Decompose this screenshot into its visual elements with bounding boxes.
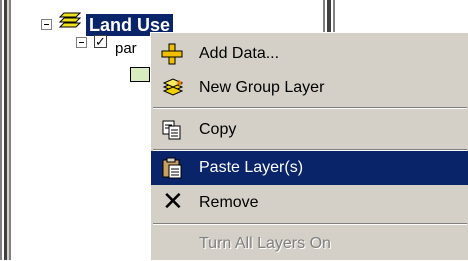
context-menu: Add Data... ✱ New Group Layer Copy Paste… (150, 32, 468, 260)
legend-swatch (130, 67, 150, 82)
menu-item-new-group-layer[interactable]: ✱ New Group Layer (151, 71, 468, 105)
menu-item-label: Turn All Layers On (199, 235, 331, 252)
menu-item-label: Paste Layer(s) (199, 159, 304, 176)
menu-item-add-data[interactable]: Add Data... (151, 37, 468, 71)
menu-item-label: Copy (199, 121, 237, 138)
layer-visibility-checkbox[interactable]: ✓ (94, 35, 107, 48)
menu-item-label: New Group Layer (199, 79, 325, 96)
svg-text:✱: ✱ (176, 79, 183, 88)
data-frame-layers-icon (59, 12, 81, 28)
window-frame-left (0, 0, 12, 260)
menu-item-turn-all-layers-on[interactable]: Turn All Layers On (151, 227, 468, 261)
paste-icon (162, 157, 182, 179)
collapse-root-icon[interactable] (41, 19, 52, 30)
add-data-icon (161, 43, 183, 65)
menu-item-label: Remove (199, 194, 259, 211)
menu-item-paste-layers[interactable]: Paste Layer(s) (151, 151, 468, 185)
collapse-layer-icon[interactable] (76, 37, 87, 48)
copy-icon (162, 120, 181, 140)
menu-separator (153, 107, 467, 109)
layer-label[interactable]: par (115, 40, 137, 57)
menu-item-remove[interactable]: ✕ Remove (151, 186, 468, 220)
remove-icon: ✕ (162, 186, 184, 216)
menu-item-label: Add Data... (199, 45, 280, 62)
menu-item-copy[interactable]: Copy (151, 113, 468, 147)
menu-separator (153, 223, 467, 225)
group-layer-icon: ✱ (162, 78, 183, 96)
